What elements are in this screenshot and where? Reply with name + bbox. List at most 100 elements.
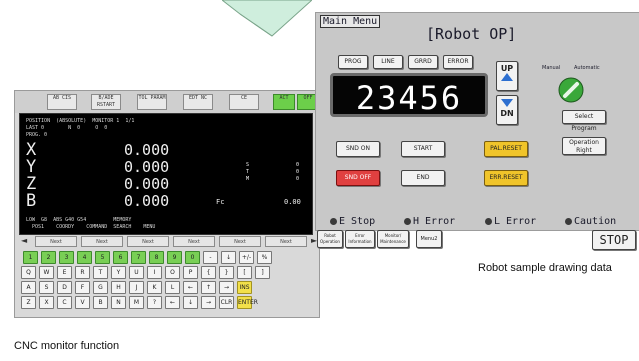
stop-button[interactable]: STOP [592,230,636,250]
softkey-button[interactable]: Next [265,236,307,247]
keyboard-key[interactable]: → [201,296,216,309]
dn-label: DN [500,109,514,118]
keyboard-key[interactable]: V [75,296,90,309]
softkey-button[interactable]: Next [127,236,169,247]
cnc-toolbar-button[interactable]: B/ADE RSTART [91,94,121,110]
mode-key-switch[interactable] [558,77,584,103]
robot-operation-button[interactable]: Robot Operation [317,230,343,248]
keyboard-key[interactable]: P [183,266,198,279]
end-button[interactable]: END [401,170,445,186]
keyboard-key[interactable]: R [75,266,90,279]
keyboard-key[interactable]: ? [147,296,162,309]
keyboard-key[interactable]: O [165,266,180,279]
keyboard-key[interactable]: 5 [95,251,110,264]
keyboard-key[interactable]: M [129,296,144,309]
cnc-toolbar: AB CIS B/ADE RSTART TOL PARAM EDT NC CE … [15,91,319,113]
keyboard-key[interactable]: - [203,251,218,264]
softkey-button[interactable]: Next [35,236,77,247]
keyboard-key[interactable]: CLR [219,296,234,309]
keyboard-key[interactable]: H [111,281,126,294]
keyboard-key[interactable]: K [147,281,162,294]
keyboard-key[interactable]: Q [21,266,36,279]
keyboard-key[interactable]: ] [255,266,270,279]
main-menu-button[interactable]: Main Menu [320,15,381,28]
keyboard-key[interactable]: % [257,251,272,264]
error-information-button[interactable]: Error Information [345,230,375,248]
grrd-button[interactable]: GRRD [408,55,438,69]
keyboard-key[interactable]: F [75,281,90,294]
keyboard-key[interactable]: 8 [149,251,164,264]
down-arrow-icon [501,99,513,107]
keyboard-key[interactable]: E [57,266,72,279]
up-button[interactable]: UP [496,61,518,91]
keyboard-key[interactable]: 7 [131,251,146,264]
cnc-toolbar-button[interactable]: TOL PARAM [137,94,167,110]
fc-label: Fc [216,198,225,206]
softkey-button[interactable]: Next [81,236,123,247]
error-button[interactable]: ERROR [443,55,473,69]
cnc-screen-header2: LAST 0 N 0 O 0 [26,125,108,131]
keyboard-key[interactable]: 1 [23,251,38,264]
keyboard-key[interactable]: ← [183,281,198,294]
keyboard-key[interactable]: L [165,281,180,294]
keyboard-key[interactable]: 2 [41,251,56,264]
keyboard-key[interactable]: B [93,296,108,309]
caution-lamp-icon [565,217,572,225]
softkey-button[interactable]: Next [173,236,215,247]
keyboard-key[interactable]: W [39,266,54,279]
h-error-lamp-icon [404,217,411,225]
keyboard-key[interactable]: +/- [239,251,254,264]
keyboard-key[interactable]: G [93,281,108,294]
keyboard-key[interactable]: I [147,266,162,279]
line-button[interactable]: LINE [373,55,403,69]
pal-reset-button[interactable]: PAL.RESET [484,141,528,157]
prog-button[interactable]: PROG [338,55,368,69]
left-arrow-icon[interactable]: ◄ [21,236,27,245]
err-reset-button[interactable]: ERR.RESET [484,170,528,186]
softkey-button[interactable]: Next [219,236,261,247]
keyboard-key[interactable]: [ [237,266,252,279]
keyboard-key[interactable]: ENTER [237,296,258,309]
keyboard-key[interactable]: J [129,281,144,294]
softkey-row: ◄ Next Next Next Next Next Next ► [15,236,319,248]
keyboard-key[interactable]: N [111,296,126,309]
side-values: 0 0 0 [296,162,300,182]
menu2-button[interactable]: Menu2 [416,230,442,248]
keyboard-key[interactable]: 0 [185,251,200,264]
operation-right-button[interactable]: Operation Right [562,137,606,155]
keyboard-key[interactable]: 6 [113,251,128,264]
cnc-toolbar-button[interactable]: CE [229,94,259,110]
cnc-monitor-panel: AB CIS B/ADE RSTART TOL PARAM EDT NC CE … [14,90,320,318]
keyboard-key[interactable]: Y [111,266,126,279]
keyboard-key[interactable]: S [39,281,54,294]
keyboard-key[interactable]: T [93,266,108,279]
keyboard-key[interactable]: D [57,281,72,294]
keyboard-key[interactable]: → [219,281,234,294]
cnc-toolbar-button[interactable]: EDT NC [183,94,213,110]
keyboard-key[interactable]: C [57,296,72,309]
keyboard-key[interactable]: 3 [59,251,74,264]
keyboard-key[interactable]: A [21,281,36,294]
snd-on-button[interactable]: SND ON [336,141,380,157]
cnc-toolbar-button[interactable]: AB CIS [47,94,77,110]
caution-indicator: Caution [565,216,616,227]
keyboard-key[interactable]: { [201,266,216,279]
keyboard-key[interactable]: 9 [167,251,182,264]
select-program-button[interactable]: Select Program [562,110,606,132]
dn-button[interactable]: DN [496,95,518,125]
keyboard-key[interactable]: ↓ [221,251,236,264]
keyboard-key[interactable]: ↓ [183,296,198,309]
keyboard-key[interactable]: INS [237,281,252,294]
cnc-screen-header3: PROG. 0 [26,132,48,138]
keyboard-key[interactable]: X [39,296,54,309]
cnc-toolbar-button-active[interactable]: ACT [273,94,295,110]
monitor-maintenance-button[interactable]: Monitor/ Maintenance [377,230,409,248]
start-button[interactable]: START [401,141,445,157]
keyboard-key[interactable]: ← [165,296,180,309]
keyboard-key[interactable]: 4 [77,251,92,264]
keyboard-key[interactable]: } [219,266,234,279]
snd-off-button[interactable]: SND OFF [336,170,380,186]
keyboard-key[interactable]: U [129,266,144,279]
keyboard-key[interactable]: Z [21,296,36,309]
keyboard-key[interactable]: ↑ [201,281,216,294]
